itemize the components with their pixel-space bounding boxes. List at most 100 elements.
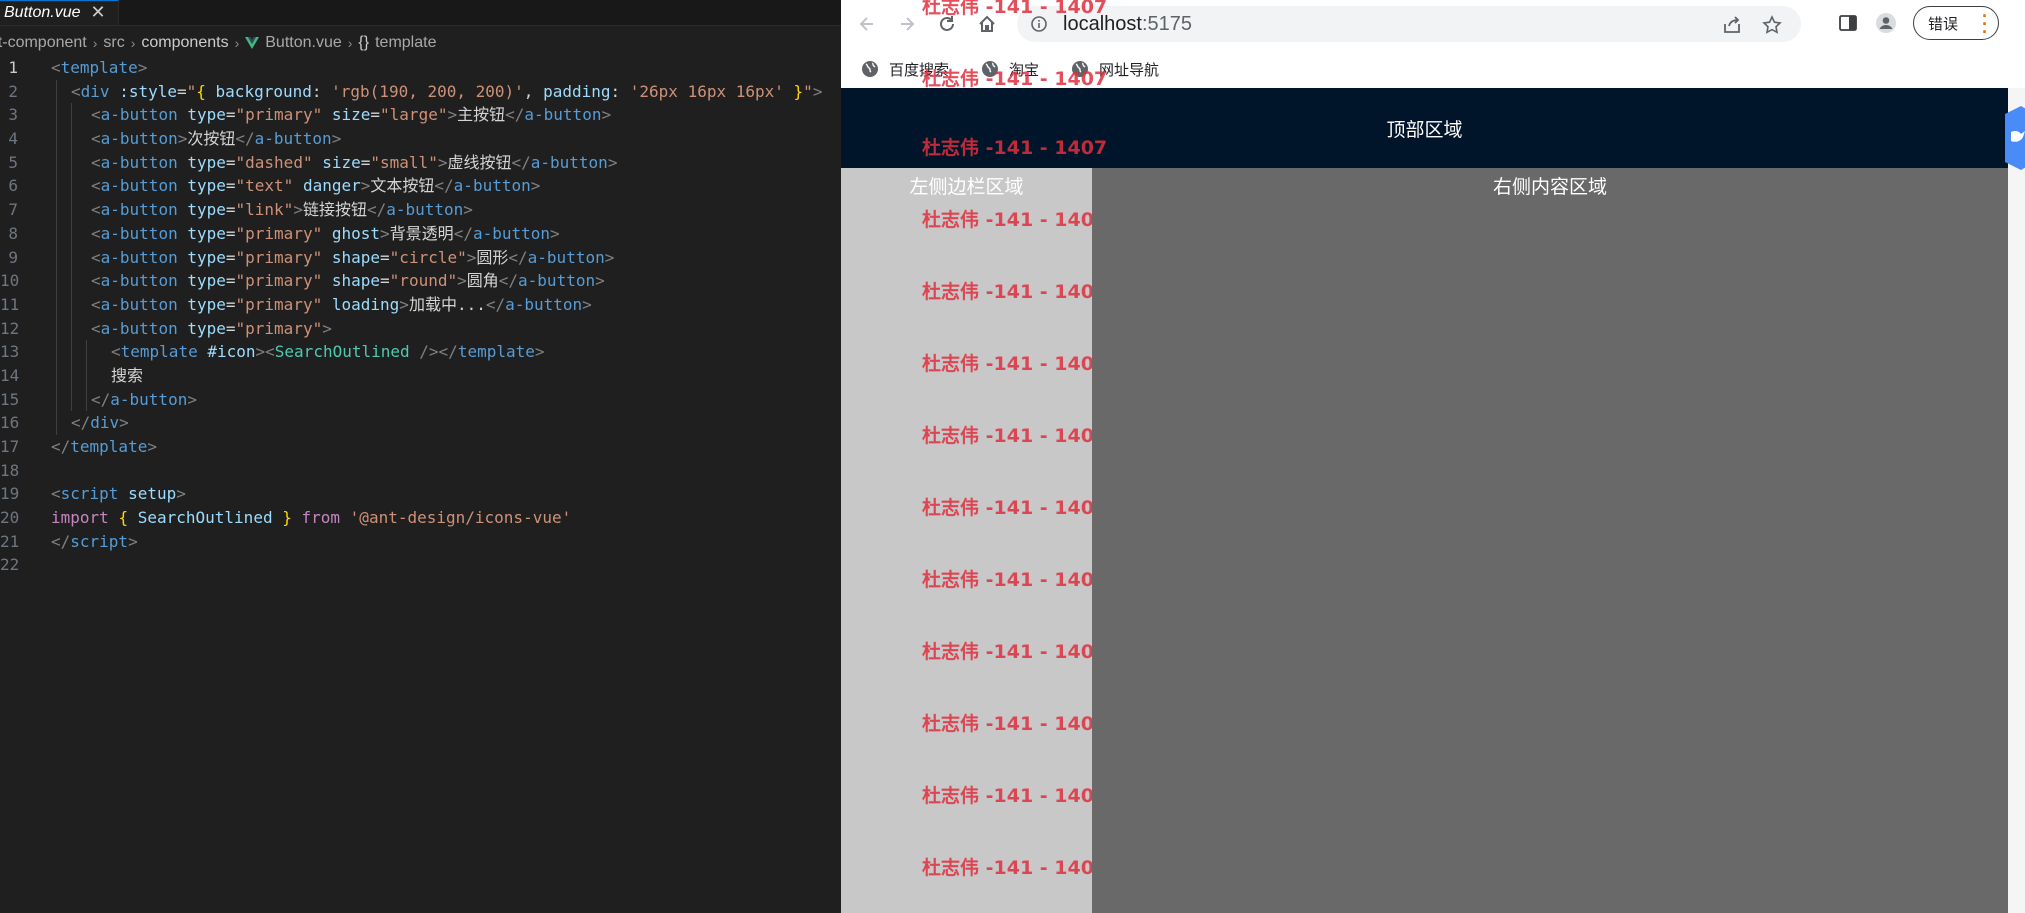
code-token: > [457, 271, 467, 291]
code-line[interactable]: 22 [0, 553, 841, 577]
breadcrumb-src[interactable]: src [103, 34, 124, 52]
line-number: 21 [0, 531, 20, 551]
url-text[interactable]: localhost:5175 [1063, 13, 1192, 36]
info-icon[interactable] [1031, 16, 1047, 32]
breadcrumb-symbol[interactable]: template [375, 34, 436, 52]
code-text: </template> [51, 435, 157, 459]
code-line[interactable]: 6 <a-button type="text" danger>文本按钮</a-bu… [0, 174, 841, 198]
code-text: <a-button type="primary" loading>加载中...<… [91, 293, 592, 317]
code-token: a-button [530, 152, 608, 172]
code-token: </ [235, 129, 255, 149]
code-line[interactable]: 21 </script> [0, 530, 841, 554]
code-token: script [70, 531, 129, 551]
code-token: a-button [100, 176, 178, 196]
code-token: = [370, 105, 381, 125]
code-line[interactable]: 15 </a-button> [0, 388, 841, 412]
code-token: } [793, 81, 804, 101]
code-token: :style [119, 81, 177, 101]
layout-content: 右侧内容区域 [1092, 168, 2008, 913]
code-token: < [91, 176, 101, 196]
code-token: template [60, 58, 138, 77]
code-line[interactable]: 3 <a-button type="primary" size="large">主… [0, 103, 841, 127]
globe-icon [982, 61, 999, 77]
bookmark-taobao[interactable]: 淘宝 [981, 59, 1039, 80]
code-token: < [91, 200, 101, 220]
breadcrumb-project[interactable]: ant-component [0, 34, 87, 52]
code-text: </a-button> [91, 388, 197, 412]
code-token: > [147, 437, 157, 456]
code-line[interactable]: 14 搜索 [0, 364, 841, 388]
home-icon [979, 15, 995, 32]
home-button[interactable] [973, 10, 1001, 38]
code-token: template [457, 342, 535, 362]
close-icon[interactable]: ✕ [91, 4, 106, 22]
forward-button[interactable] [893, 10, 921, 38]
code-line[interactable]: 9 <a-button type="primary" shape="circle"… [0, 246, 841, 270]
code-line[interactable]: 12 <a-button type="primary"> [0, 317, 841, 341]
tab-label[interactable]: Button.vue [4, 4, 81, 22]
back-button[interactable] [853, 10, 881, 38]
code-token: </ [508, 247, 528, 267]
code-line[interactable]: 18 [0, 459, 841, 483]
code-text: <a-button>次按钮</a-button> [91, 127, 341, 151]
code-line[interactable]: 2 <div :style="{ background: 'rgb(190, 20… [0, 80, 841, 104]
code-token: 圆角 [466, 271, 499, 291]
editor-tab-button-vue[interactable]: Button.vue ✕ [0, 0, 119, 25]
code-token: > [447, 105, 458, 125]
vue-file-icon [245, 37, 260, 49]
code-line[interactable]: 4 <a-button>次按钮</a-button> [0, 127, 841, 151]
code-token: a-button [518, 271, 596, 291]
address-bar[interactable]: localhost:5175 [1017, 6, 1801, 42]
code-token: = [380, 247, 390, 267]
breadcrumb-file[interactable]: Button.vue [265, 34, 342, 52]
code-token: type [187, 247, 226, 267]
scrollbar[interactable] [2008, 88, 2025, 913]
sider-text: 左侧边栏区域 [909, 177, 1024, 198]
code-token: danger [302, 176, 361, 196]
code-token: a-button [100, 247, 178, 267]
code-token: > [550, 223, 560, 243]
error-button[interactable]: 错误 · · · [1913, 6, 1999, 41]
code-line[interactable]: 8 <a-button type="primary" ghost>背景透明</a-… [0, 222, 841, 246]
arrow-right-icon [901, 17, 915, 31]
code-token: setup [128, 484, 177, 504]
bookmark-baidu[interactable]: 百度搜索 [861, 59, 949, 80]
floating-bird-icon[interactable] [1991, 106, 2025, 170]
code-line[interactable]: 19 <script setup> [0, 482, 841, 506]
code-editor[interactable]: Button.vue ✕ ant-component › src › compo… [0, 0, 841, 913]
breadcrumb-components[interactable]: components [141, 34, 228, 52]
globe-icon [862, 61, 878, 77]
code-token: > [177, 129, 188, 149]
code-line[interactable]: 17 </template> [0, 435, 841, 459]
reload-button[interactable] [933, 10, 961, 38]
code-token: size [322, 152, 361, 172]
code-area[interactable]: 1 <template> 2 <div :style="{ background: '… [0, 56, 841, 577]
code-line[interactable]: 1 <template> [0, 56, 841, 80]
code-line[interactable]: 10 <a-button type="primary" shape="round"… [0, 269, 841, 293]
code-token: : [610, 81, 630, 101]
code-token: </ [51, 437, 71, 456]
star-bookmark-icon[interactable] [1761, 14, 1783, 36]
code-text: <template #icon><SearchOutlined /></temp… [111, 340, 545, 364]
indent-guide [71, 103, 72, 412]
code-line[interactable]: 20 import { SearchOutlined } from '@ant-d… [0, 506, 841, 530]
code-token: < [91, 318, 101, 338]
code-line[interactable]: 7 <a-button type="link">链接按钮</a-button> [0, 198, 841, 222]
share-icon[interactable] [1721, 14, 1743, 36]
code-line[interactable]: 11 <a-button type="primary" loading>加载中..… [0, 293, 841, 317]
code-token: </ [71, 413, 91, 433]
code-token: < [91, 223, 101, 243]
code-line[interactable]: 13 <template #icon><SearchOutlined /></te… [0, 340, 841, 364]
profile-avatar-icon[interactable] [1875, 12, 1897, 34]
code-token: a-button [100, 152, 178, 172]
code-line[interactable]: 5 <a-button type="dashed" size="small">虚线… [0, 151, 841, 175]
bookmark-nav[interactable]: 网址导航 [1071, 59, 1159, 80]
side-panel-icon[interactable] [1837, 12, 1859, 34]
code-line[interactable]: 16 </div> [0, 411, 841, 435]
